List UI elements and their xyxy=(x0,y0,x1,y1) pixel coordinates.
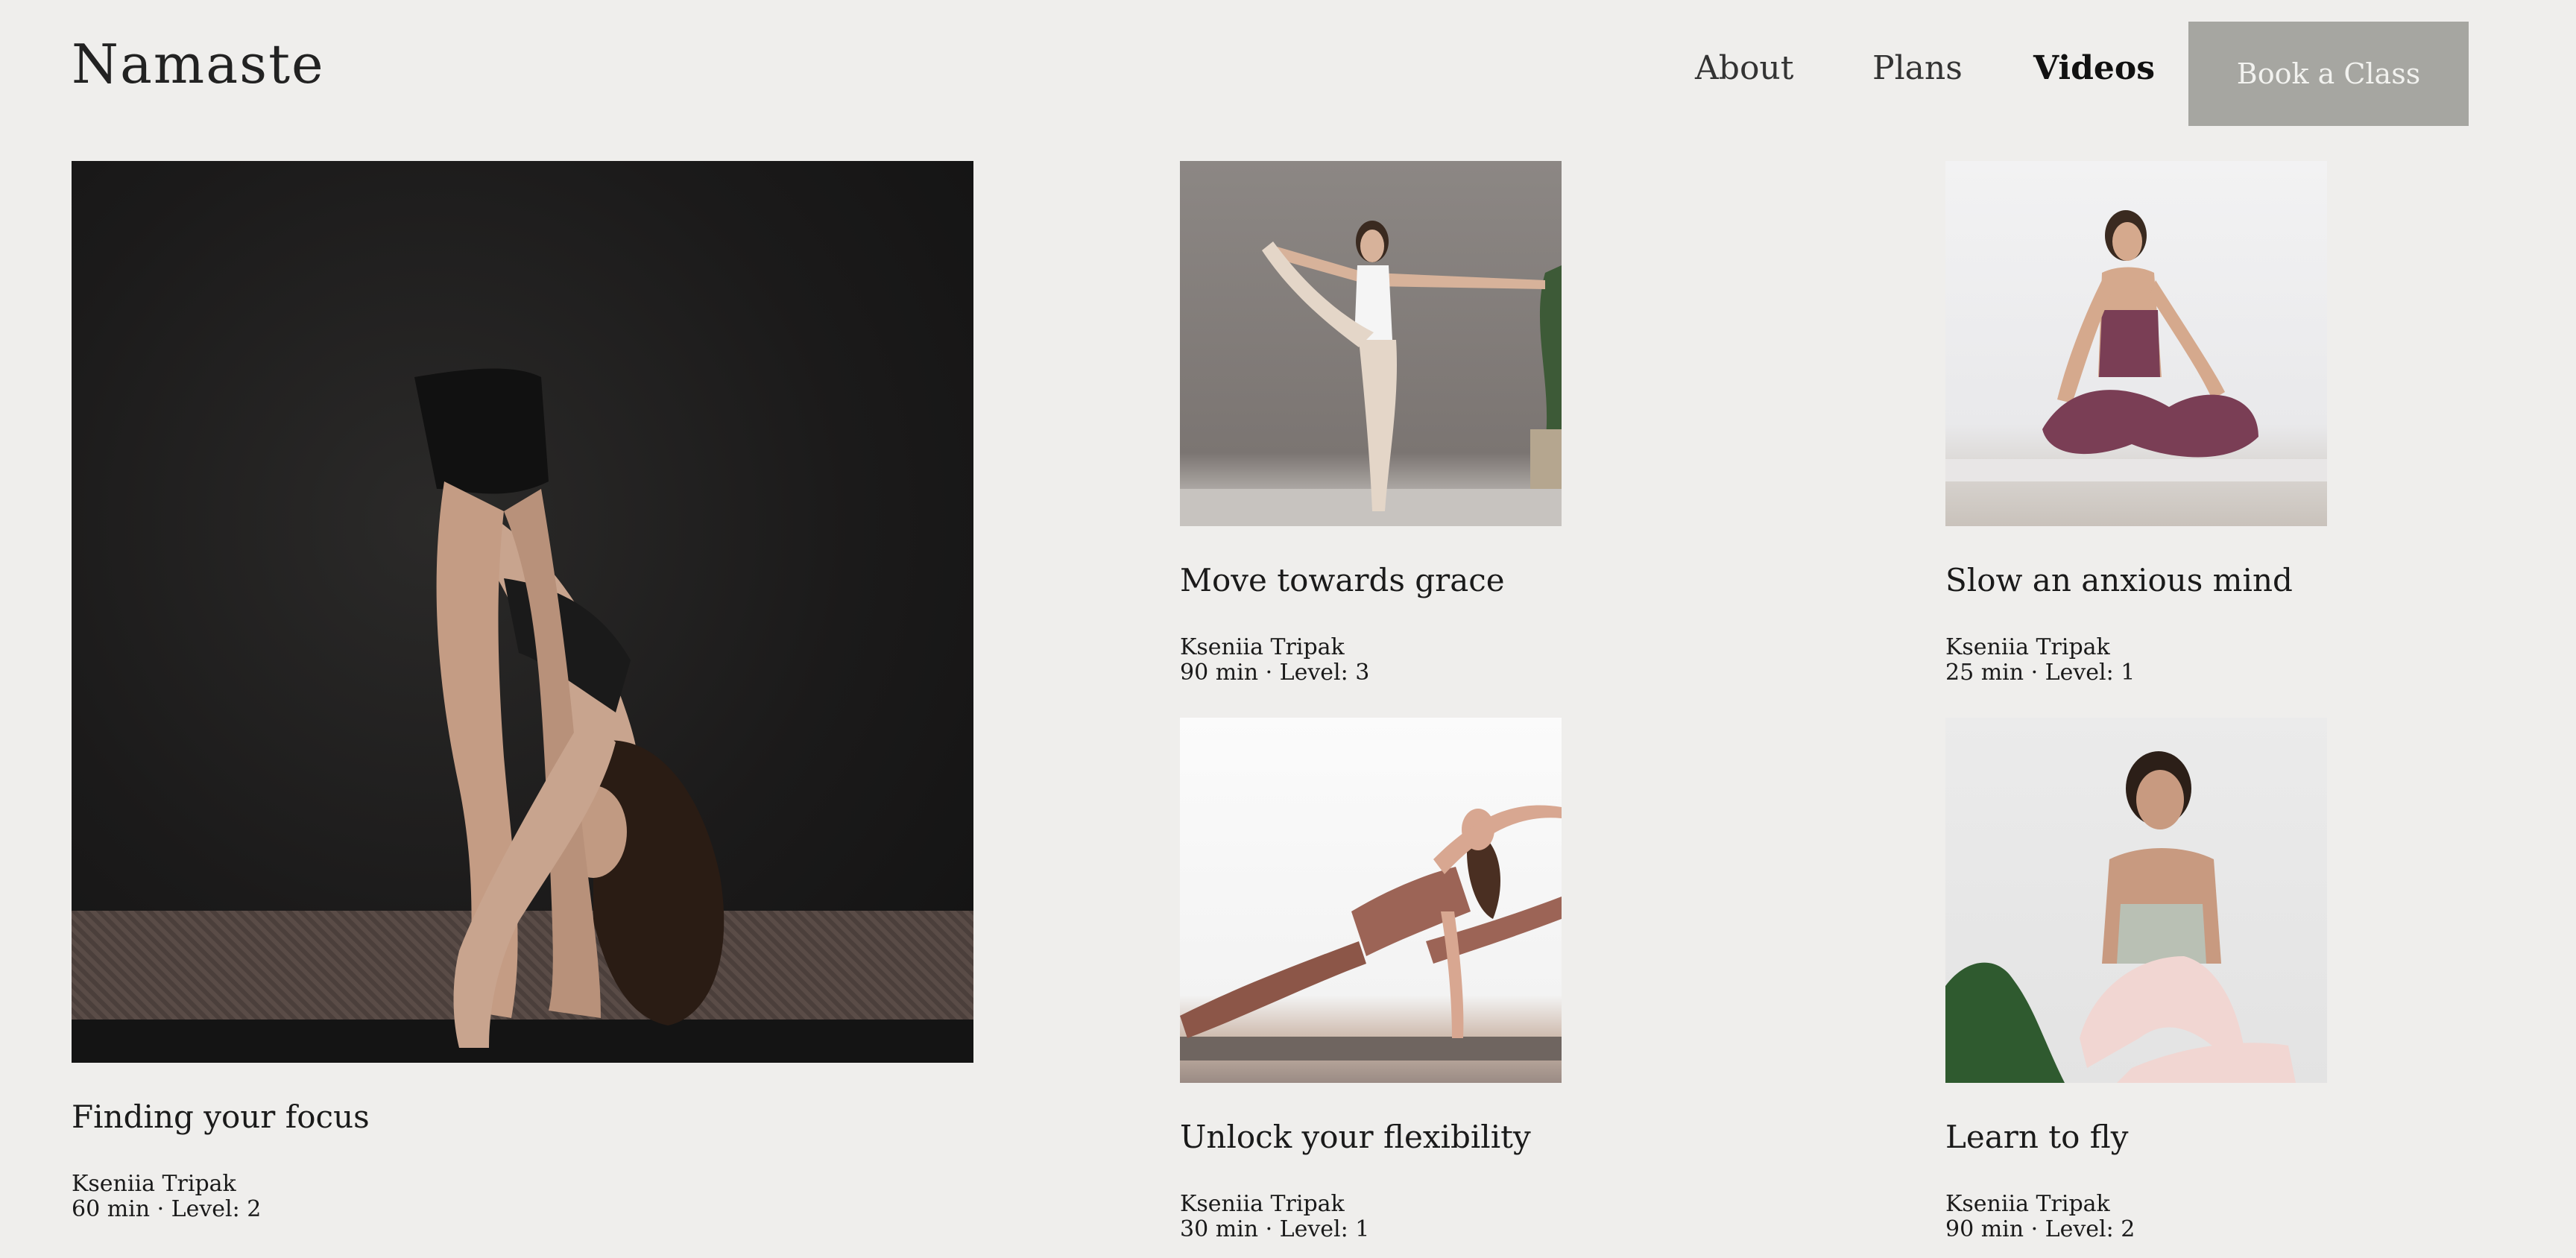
video-title[interactable]: Finding your focus xyxy=(72,1099,370,1135)
video-title[interactable]: Unlock your flexibility xyxy=(1180,1119,1531,1155)
page: Namaste About Plans Videos Book a Class … xyxy=(0,0,2576,1258)
video-card-image[interactable] xyxy=(1180,718,1562,1083)
video-meta: Kseniia Tripak 60 min · Level: 2 xyxy=(72,1172,261,1222)
video-title[interactable]: Learn to fly xyxy=(1945,1119,2129,1155)
nav-about[interactable]: About xyxy=(1695,49,1793,87)
nav-plans[interactable]: Plans xyxy=(1872,49,1963,87)
video-meta: Kseniia Tripak 30 min · Level: 1 xyxy=(1180,1192,1369,1242)
video-instructor: Kseniia Tripak xyxy=(72,1171,236,1197)
video-meta: Kseniia Tripak 90 min · Level: 2 xyxy=(1945,1192,2135,1242)
video-card-image[interactable] xyxy=(72,161,973,1063)
video-details: 30 min · Level: 1 xyxy=(1180,1216,1370,1242)
yoga-forward-fold-icon xyxy=(414,368,724,1048)
video-details: 90 min · Level: 3 xyxy=(1180,660,1370,686)
video-title[interactable]: Move towards grace xyxy=(1180,562,1505,598)
video-meta: Kseniia Tripak 25 min · Level: 1 xyxy=(1945,635,2135,686)
video-details: 90 min · Level: 2 xyxy=(1945,1216,2135,1242)
video-instructor: Kseniia Tripak xyxy=(1945,1191,2110,1217)
video-title[interactable]: Slow an anxious mind xyxy=(1945,562,2293,598)
video-details: 25 min · Level: 1 xyxy=(1945,660,2135,686)
site-logo[interactable]: Namaste xyxy=(72,33,325,95)
book-class-label: Book a Class xyxy=(2236,57,2421,90)
video-instructor: Kseniia Tripak xyxy=(1180,1191,1345,1217)
video-instructor: Kseniia Tripak xyxy=(1945,634,2110,660)
yoga-side-stretch-icon xyxy=(1180,805,1562,1061)
video-instructor: Kseniia Tripak xyxy=(1180,634,1345,660)
video-card-image[interactable] xyxy=(1180,161,1562,526)
video-details: 60 min · Level: 2 xyxy=(72,1196,262,1222)
video-card-image[interactable] xyxy=(1945,161,2327,526)
yoga-seated-smile-icon xyxy=(1945,751,2296,1083)
book-class-button[interactable]: Book a Class xyxy=(2188,22,2469,126)
yoga-standing-balance-icon xyxy=(1180,221,1562,526)
yoga-meditation-icon xyxy=(1945,210,2327,481)
nav-videos[interactable]: Videos xyxy=(2033,49,2155,87)
video-card-image[interactable] xyxy=(1945,718,2327,1083)
video-meta: Kseniia Tripak 90 min · Level: 3 xyxy=(1180,635,1369,686)
